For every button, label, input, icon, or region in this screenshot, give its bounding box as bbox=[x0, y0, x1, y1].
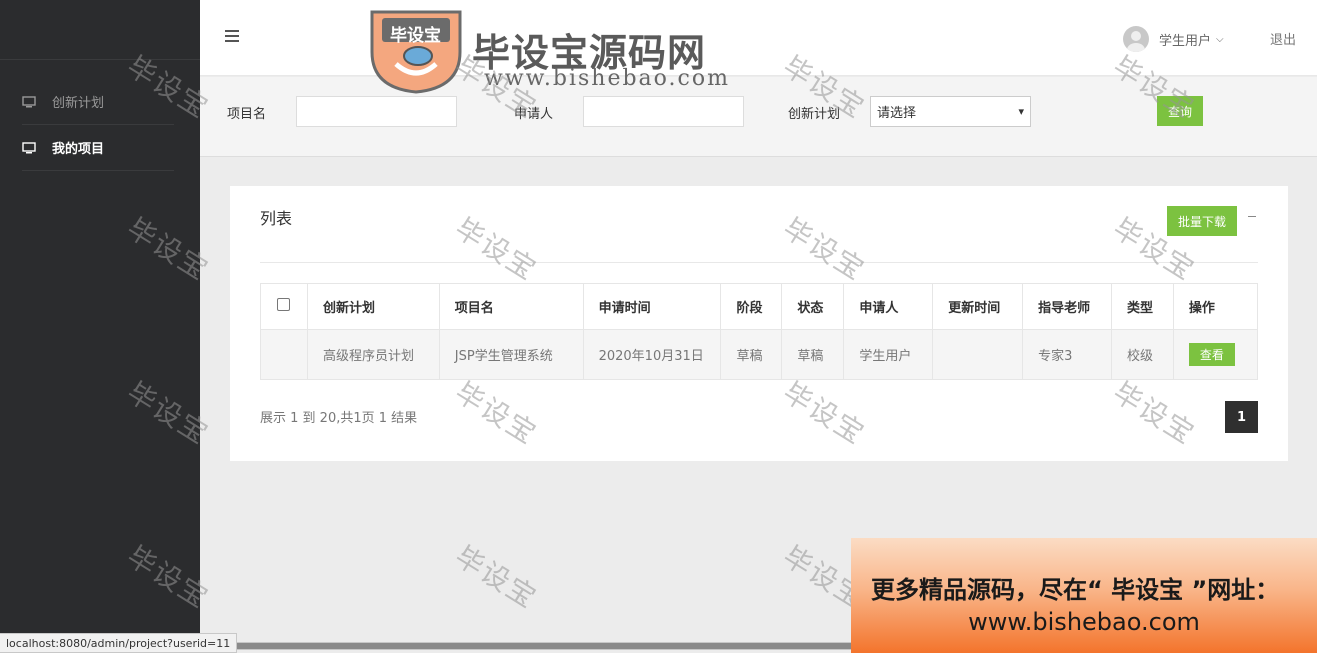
column-header: 创新计划 bbox=[306, 283, 440, 330]
sidebar-item-innovation-plan[interactable]: 创新计划 bbox=[22, 79, 174, 125]
page-button-current[interactable]: 1 bbox=[1225, 401, 1258, 433]
sidebar: 创新计划 我的项目 bbox=[0, 0, 200, 653]
cell-action: 查看 bbox=[1172, 329, 1259, 380]
plan-select-value: 请选择 bbox=[877, 106, 917, 121]
cell-plan: 高级程序员计划 bbox=[306, 329, 440, 380]
sidebar-header bbox=[0, 0, 200, 60]
cell-type: 校级 bbox=[1110, 329, 1174, 380]
cell-teacher: 专家3 bbox=[1022, 329, 1112, 380]
cell-update-time bbox=[932, 329, 1024, 380]
cell-stage: 草稿 bbox=[720, 329, 783, 380]
list-panel: 列表 批量下载 创新计划 项目名 申请时间 阶段 状态 申请人 更新时间 指导老… bbox=[230, 186, 1288, 461]
row-select-cell bbox=[260, 329, 308, 380]
brand-url: www.bishebao.com bbox=[484, 66, 730, 91]
cell-status: 草稿 bbox=[781, 329, 845, 380]
plan-select[interactable]: 请选择 ▾ bbox=[870, 96, 1031, 127]
column-header: 类型 bbox=[1110, 283, 1174, 330]
table-row: 高级程序员计划 JSP学生管理系统 2020年10月31日 草稿 草稿 学生用户… bbox=[260, 329, 1259, 380]
column-header: 指导老师 bbox=[1022, 283, 1112, 330]
menu-toggle-icon[interactable] bbox=[225, 30, 239, 42]
chevron-down-icon: ⌵ bbox=[1216, 33, 1224, 45]
user-menu[interactable]: 学生用户 ⌵ bbox=[1123, 26, 1224, 52]
cell-apply-time: 2020年10月31日 bbox=[582, 329, 722, 380]
column-header: 状态 bbox=[781, 283, 845, 330]
watermark: 毕设宝 bbox=[449, 539, 544, 616]
banner-line-2: www.bishebao.com bbox=[968, 608, 1200, 636]
project-name-input[interactable] bbox=[296, 96, 457, 127]
banner-line-1: 更多精品源码，尽在“ 毕设宝 ”网址： bbox=[871, 576, 1280, 604]
logout-link[interactable]: 退出 bbox=[1270, 29, 1296, 48]
cell-project: JSP学生管理系统 bbox=[438, 329, 584, 380]
brand-logo: 毕设宝 毕设宝源码网 www.bishebao.com bbox=[368, 8, 753, 94]
project-name-label: 项目名 bbox=[227, 107, 267, 122]
avatar bbox=[1123, 26, 1149, 52]
monitor-icon bbox=[22, 141, 36, 154]
project-table: 创新计划 项目名 申请时间 阶段 状态 申请人 更新时间 指导老师 类型 操作 … bbox=[260, 283, 1259, 380]
monitor-icon bbox=[22, 95, 36, 108]
table-header-row: 创新计划 项目名 申请时间 阶段 状态 申请人 更新时间 指导老师 类型 操作 bbox=[260, 283, 1259, 330]
collapse-icon[interactable] bbox=[1248, 216, 1256, 217]
applicant-input[interactable] bbox=[583, 96, 744, 127]
batch-download-button[interactable]: 批量下载 bbox=[1167, 206, 1237, 236]
divider bbox=[260, 262, 1258, 263]
panel-title: 列表 bbox=[260, 209, 293, 228]
search-button[interactable]: 查询 bbox=[1157, 96, 1203, 126]
select-all-checkbox[interactable] bbox=[277, 298, 291, 311]
column-header: 更新时间 bbox=[932, 283, 1024, 330]
view-button[interactable]: 查看 bbox=[1188, 343, 1235, 366]
cell-applicant: 学生用户 bbox=[843, 329, 934, 380]
sidebar-item-label: 我的项目 bbox=[52, 142, 105, 157]
sidebar-item-label: 创新计划 bbox=[52, 96, 105, 111]
plan-label: 创新计划 bbox=[788, 107, 841, 122]
column-header: 申请人 bbox=[843, 283, 934, 330]
promo-banner: 更多精品源码，尽在“ 毕设宝 ”网址： www.bishebao.com bbox=[851, 538, 1317, 653]
chevron-down-icon: ▾ bbox=[1018, 105, 1024, 118]
select-all-cell bbox=[260, 283, 308, 330]
user-name: 学生用户 bbox=[1159, 33, 1212, 49]
logo-badge-text: 毕设宝 bbox=[390, 26, 441, 46]
pagination-info: 展示 1 到 20,共1页 1 结果 bbox=[260, 411, 418, 426]
column-header: 项目名 bbox=[438, 283, 584, 330]
status-url: localhost:8080/admin/project?userid=11 bbox=[0, 633, 238, 653]
applicant-label: 申请人 bbox=[514, 107, 554, 122]
column-header: 申请时间 bbox=[582, 283, 722, 330]
column-header: 阶段 bbox=[720, 283, 783, 330]
column-header: 操作 bbox=[1172, 283, 1259, 330]
sidebar-item-my-projects[interactable]: 我的项目 bbox=[22, 125, 174, 171]
